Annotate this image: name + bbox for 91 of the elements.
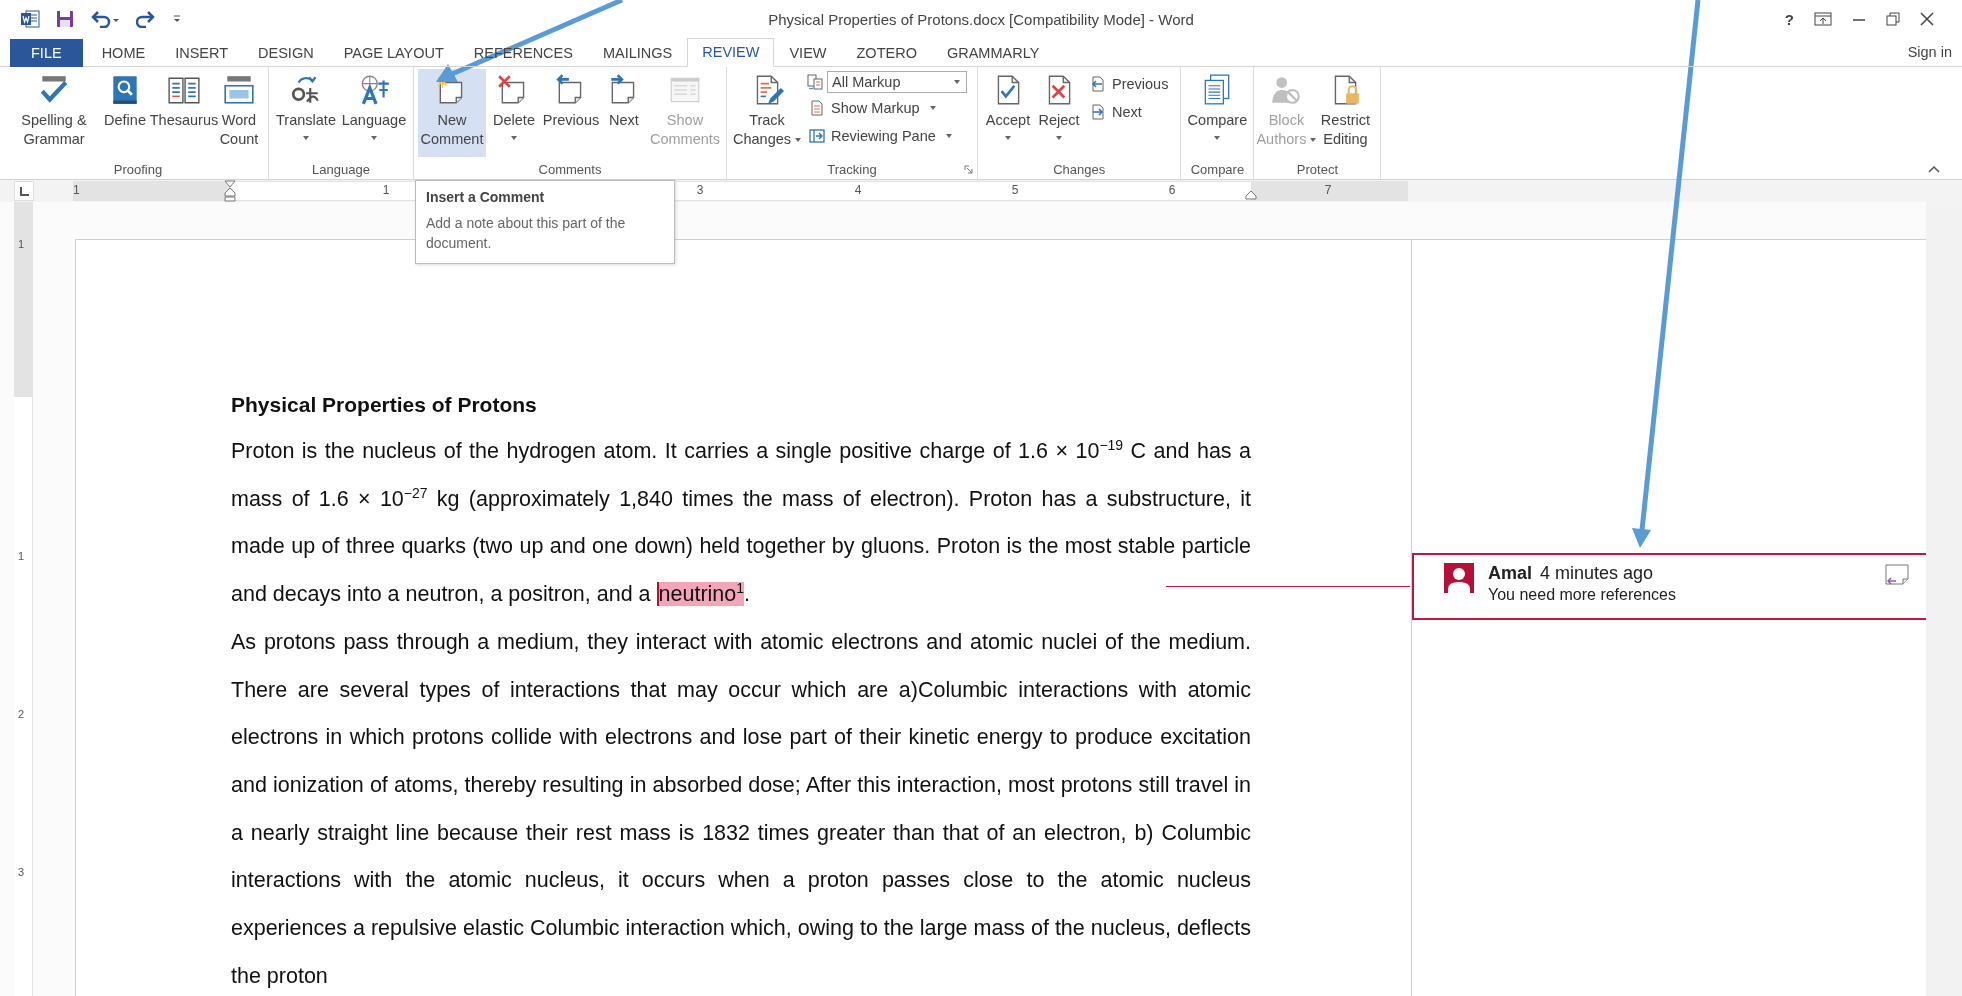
ribbon-button[interactable]: Previous [1088,71,1171,97]
comment-author: Amal [1488,563,1532,584]
group-label: Compare [1190,161,1245,177]
caret-icon [1005,136,1011,140]
sign-in-link[interactable]: Sign in [1907,44,1962,66]
ribbon-button[interactable]: Spelling & Grammar [12,69,96,157]
ribbon-tab[interactable]: PAGE LAYOUT [328,39,459,67]
ruler-number: 7 [1324,183,1332,197]
reply-icon[interactable] [1884,563,1910,587]
tab-selector-icon[interactable] [14,181,34,201]
redo-icon[interactable] [136,10,156,28]
group-label: Tracking [827,161,877,177]
ribbon-button[interactable]: Show Markup [807,95,967,121]
previous-change-icon [1090,76,1106,92]
document-heading: Physical Properties of Protons [231,392,538,418]
markup-icon [807,74,823,90]
ribbon-button[interactable]: Track Changes [731,69,803,157]
markup-dropdown[interactable]: All Markup [827,71,967,93]
ribbon-button[interactable]: New Comment [418,69,486,157]
ribbon-button[interactable]: Reject [1034,69,1084,157]
group-label: Changes [1053,161,1106,177]
dialog-launcher-icon[interactable] [964,165,973,174]
ribbon-tab[interactable]: FILE [10,39,83,67]
ruler-number: 1 [18,550,25,562]
ruler-number: 4 [854,183,862,197]
ribbon-button[interactable]: Reviewing Pane [807,123,967,149]
collapse-ribbon-icon[interactable] [1928,165,1940,173]
caret-icon [371,136,377,140]
ribbon-button[interactable]: Restrict Editing [1314,69,1377,157]
undo-icon[interactable] [90,10,120,28]
ribbon-tab[interactable]: GRAMMARLY [931,39,1055,67]
document-icon [809,100,825,116]
ruler-number: 5 [1011,183,1019,197]
paragraph: Proton is the nucleus of the hydrogen atom. It carries a single positive charge of 1.6 × 10$^{−19}$ C and has a mass of 1.6 × 10$^{−27}$ kg (approximately 1,840 times the mass of electron). Proton has a substructure, it made up of three quarks (two up and one down) held together by gluons. Proton is the most stable particle and decays into a neutron, a positron, and a neutrino$^{1}$. [231,435,1251,609]
scrollbar-track[interactable] [1926,202,1962,996]
comment-balloon[interactable]: Amal 4 minutes ago You need more references [1412,553,1926,620]
ribbon-tab[interactable]: ZOTERO [841,39,932,67]
caret-icon [1310,137,1317,142]
ribbon-button[interactable]: Language [339,69,409,157]
group-label: Proofing [113,161,163,177]
ribbon-button[interactable]: Accept [982,69,1034,157]
vertical-ruler[interactable]: 1 1 2 3 [14,202,33,996]
caret-icon [929,106,936,110]
ribbon-button[interactable]: Next [1088,99,1171,125]
save-icon[interactable] [56,10,74,28]
comment-text: You need more references [1488,586,1677,604]
ribbon-tab[interactable]: DESIGN [243,39,329,67]
ruler-number: 1 [18,238,25,250]
ruler-number: 6 [1168,183,1176,197]
ribbon-button[interactable]: Delete [486,69,542,157]
paragraph: As protons pass through a medium, they interact with atomic electrons and atomic nuclei of the medium. There are several types of interactions that may occur which are a)Columbic interactions with atomic electrons in which protons collide with electrons and lose part of their kinetic energy to produce excitation and ionization of atoms, thereby resulting in absorbed dose; After this interaction, most protons still travel in a nearly straight line because their rest mass is 1832 times greater than that of an electron, b) Columbic interactions with the atomic nucleus, it occurs when a proton passes close to the atomic nucleus experiences a repulsive elastic Columbic interaction which, owing to the large mass of the nucleus, deflects the proton [231,628,1251,990]
group-label: Language [312,161,370,177]
comment-time: 4 minutes ago [1540,563,1654,584]
caret-icon [1214,136,1221,140]
ribbon-button[interactable]: Previous [542,69,600,157]
tooltip-text: Add a note about this part of the document. [426,214,627,253]
avatar-icon [1444,563,1474,593]
comment-highlight[interactable]: neutrino$^{1}$ [656,582,745,607]
ruler-number: 2 [18,708,25,720]
caret-icon [1056,136,1062,140]
caret-icon [511,136,517,140]
help-button[interactable]: ? [1784,10,1794,28]
next-change-icon [1090,104,1106,120]
caret-icon [795,137,801,142]
ribbon-button[interactable]: Compare [1185,69,1250,157]
customize-caret-icon[interactable] [172,13,182,25]
caret-icon [945,134,952,138]
caret-icon [303,136,309,140]
ribbon-button[interactable]: Next [600,69,648,157]
close-icon[interactable] [1920,12,1934,26]
indent-marker-icon[interactable] [1245,190,1257,200]
reviewing-pane-icon [809,128,825,144]
ribbon-tab[interactable]: REVIEW [687,38,775,67]
group-label: Protect [1296,161,1338,177]
ruler-number: 1 [382,183,390,197]
word-count-icon [222,73,256,107]
word-logo-icon[interactable] [20,9,40,29]
ribbon-display-icon[interactable] [1814,12,1832,26]
group-label: Comments [538,161,602,177]
ruler-number: 3 [696,183,704,197]
ribbon-button[interactable]: Translate [273,69,339,157]
caret-icon [954,80,960,84]
ribbon-tab[interactable]: MAILINGS [587,39,688,67]
ribbon-tab[interactable]: INSERT [160,39,244,67]
restore-icon[interactable] [1886,12,1900,26]
ribbon-tab[interactable]: VIEW [774,39,842,67]
ruler-number: 1 [73,183,80,197]
indent-marker-icon[interactable] [224,180,236,202]
ruler-number: 3 [18,866,25,878]
ribbon-tab[interactable]: HOME [86,39,161,67]
window-title: Physical Properties of Protons.docx [Compatibility Mode] - Word [768,10,1194,28]
